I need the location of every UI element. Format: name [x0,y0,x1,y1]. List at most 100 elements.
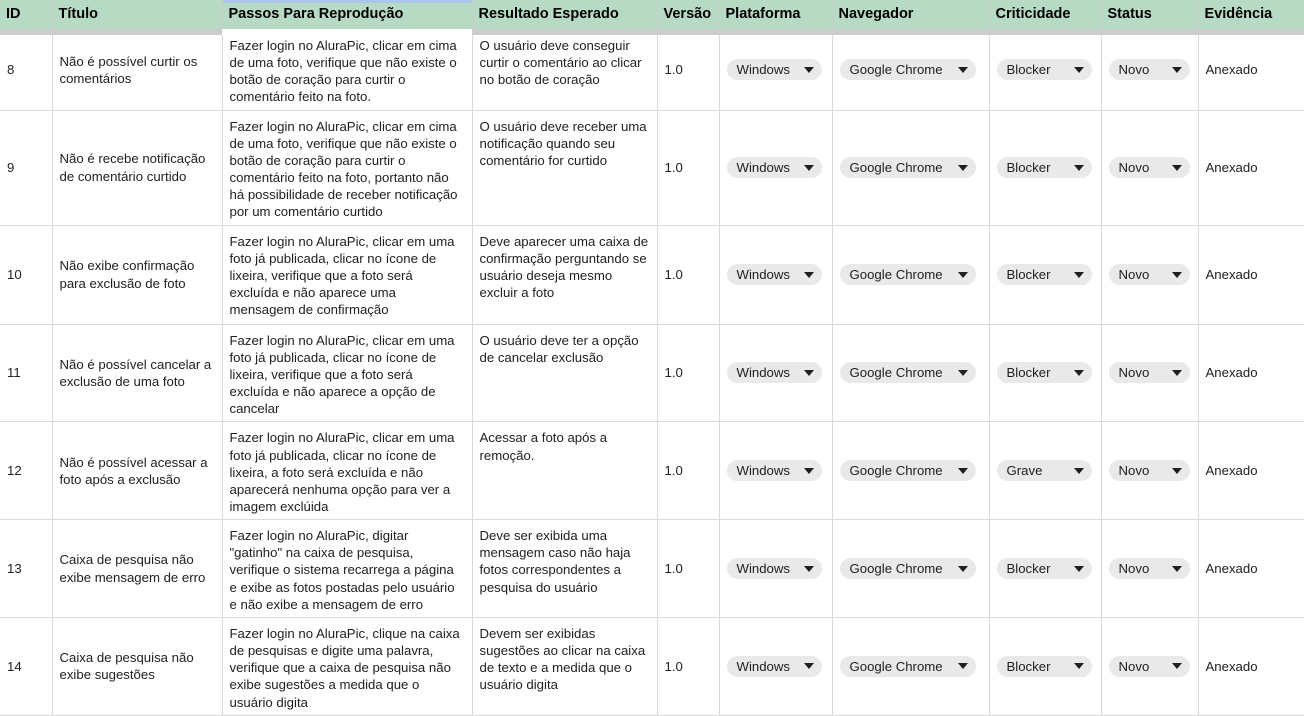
criticidade-dropdown[interactable]: Blocker [996,264,1092,286]
plataforma-dropdown[interactable]: Windows [726,558,822,580]
cell-status: Novo [1101,324,1199,423]
chevron-down-icon [957,369,968,376]
column-header-id[interactable]: ID [0,0,53,30]
criticidade-dropdown[interactable]: Grave [996,460,1092,482]
cell-passos: Fazer login no AluraPic, clicar em uma f… [222,225,473,325]
column-header-navegador[interactable]: Navegador [832,0,990,30]
criticidade-dropdown-label: Blocker [1006,365,1051,381]
cell-evidencia: Anexado [1198,421,1304,521]
cell-passos: Fazer login no AluraPic, clicar em uma f… [222,324,473,423]
criticidade-dropdown[interactable]: Blocker [996,157,1092,179]
cell-status: Novo [1101,29,1199,111]
criticidade-dropdown[interactable]: Blocker [996,362,1092,384]
cell-versao: 1.0 [657,617,720,716]
cell-versao: 1.0 [657,225,720,325]
status-dropdown-label: Novo [1118,463,1150,479]
status-dropdown[interactable]: Novo [1108,59,1190,81]
chevron-down-icon [957,467,968,474]
column-header-criticidade[interactable]: Criticidade [989,0,1102,30]
criticidade-dropdown-label: Blocker [1006,658,1051,674]
cell-criticidade: Blocker [989,519,1102,618]
navegador-dropdown-label: Google Chrome [849,365,943,381]
cell-evidencia: Anexado [1198,29,1304,111]
plataforma-dropdown-label: Windows [736,560,791,576]
cell-passos: Fazer login no AluraPic, clique na caixa… [222,617,473,716]
cell-navegador: Google Chrome [832,617,990,716]
navegador-dropdown[interactable]: Google Chrome [839,460,976,482]
cell-passos: Fazer login no AluraPic, clicar em cima … [222,29,473,111]
status-dropdown[interactable]: Novo [1108,157,1190,179]
navegador-dropdown[interactable]: Google Chrome [839,558,976,580]
cell-criticidade: Blocker [989,110,1102,226]
cell-titulo: Não é possível curtir os comentários [52,29,223,111]
cell-evidencia: Anexado [1198,324,1304,423]
column-header-evidencia[interactable]: Evidência [1198,0,1304,30]
cell-navegador: Google Chrome [832,324,990,423]
cell-id: 8 [0,29,53,111]
cell-plataforma: Windows [719,225,833,325]
test-case-table: ID Título Passos Para Reprodução Resulta… [0,0,1304,716]
table-row: 8 Não é possível curtir os comentários Faz… [0,29,1304,111]
cell-navegador: Google Chrome [832,110,990,226]
cell-status: Novo [1101,519,1199,618]
cell-navegador: Google Chrome [832,225,990,325]
status-dropdown[interactable]: Novo [1108,460,1190,482]
column-header-plataforma[interactable]: Plataforma [719,0,833,30]
status-dropdown[interactable]: Novo [1108,264,1190,286]
criticidade-dropdown-label: Blocker [1006,62,1051,78]
status-dropdown[interactable]: Novo [1108,558,1190,580]
cell-titulo: Não é possível cancelar a exclusão de um… [52,324,223,423]
cell-versao: 1.0 [657,324,720,423]
navegador-dropdown[interactable]: Google Chrome [839,59,976,81]
status-dropdown[interactable]: Novo [1108,362,1190,384]
cell-plataforma: Windows [719,110,833,226]
navegador-dropdown[interactable]: Google Chrome [839,655,976,677]
spreadsheet-grid: ID Título Passos Para Reprodução Resulta… [0,0,1304,716]
cell-passos: Fazer login no AluraPic, clicar em uma f… [222,421,473,521]
cell-id: 11 [0,324,53,423]
navegador-dropdown[interactable]: Google Chrome [839,157,976,179]
navegador-dropdown-label: Google Chrome [849,266,943,282]
navegador-dropdown-label: Google Chrome [849,658,943,674]
chevron-down-icon [1171,663,1182,670]
status-dropdown[interactable]: Novo [1108,655,1190,677]
plataforma-dropdown[interactable]: Windows [726,59,822,81]
plataforma-dropdown[interactable]: Windows [726,460,822,482]
navegador-dropdown[interactable]: Google Chrome [839,362,976,384]
status-dropdown-label: Novo [1118,266,1150,282]
cell-resultado: Deve aparecer uma caixa de confirmação p… [472,225,658,325]
column-header-versao[interactable]: Versão [657,0,720,30]
plataforma-dropdown[interactable]: Windows [726,362,822,384]
column-header-resultado[interactable]: Resultado Esperado [472,0,658,30]
column-header-passos[interactable]: Passos Para Reprodução [222,0,473,30]
chevron-down-icon [803,369,814,376]
table-row: 9 Não é recebe notificação de comentário … [0,110,1304,226]
cell-resultado: Acessar a foto após a remoção. [472,421,658,521]
column-header-titulo[interactable]: Título [52,0,223,30]
cell-versao: 1.0 [657,519,720,618]
criticidade-dropdown-label: Blocker [1006,160,1051,176]
chevron-down-icon [957,164,968,171]
plataforma-dropdown-label: Windows [736,62,791,78]
cell-titulo: Não exibe confirmação para exclusão de f… [52,225,223,325]
navegador-dropdown[interactable]: Google Chrome [839,264,976,286]
cell-evidencia: Anexado [1198,225,1304,325]
cell-status: Novo [1101,617,1199,716]
plataforma-dropdown[interactable]: Windows [726,264,822,286]
status-dropdown-label: Novo [1118,658,1150,674]
chevron-down-icon [1171,66,1182,73]
chevron-down-icon [1171,369,1182,376]
plataforma-dropdown-label: Windows [736,658,791,674]
table-row: 11 Não é possível cancelar a exclusão de … [0,324,1304,423]
criticidade-dropdown[interactable]: Blocker [996,59,1092,81]
cell-titulo: Não é possível acessar a foto após a exc… [52,421,223,521]
chevron-down-icon [803,164,814,171]
plataforma-dropdown[interactable]: Windows [726,157,822,179]
criticidade-dropdown[interactable]: Blocker [996,558,1092,580]
criticidade-dropdown[interactable]: Blocker [996,655,1092,677]
chevron-down-icon [957,271,968,278]
chevron-down-icon [803,663,814,670]
cell-navegador: Google Chrome [832,421,990,521]
plataforma-dropdown[interactable]: Windows [726,655,822,677]
column-header-status[interactable]: Status [1101,0,1199,30]
